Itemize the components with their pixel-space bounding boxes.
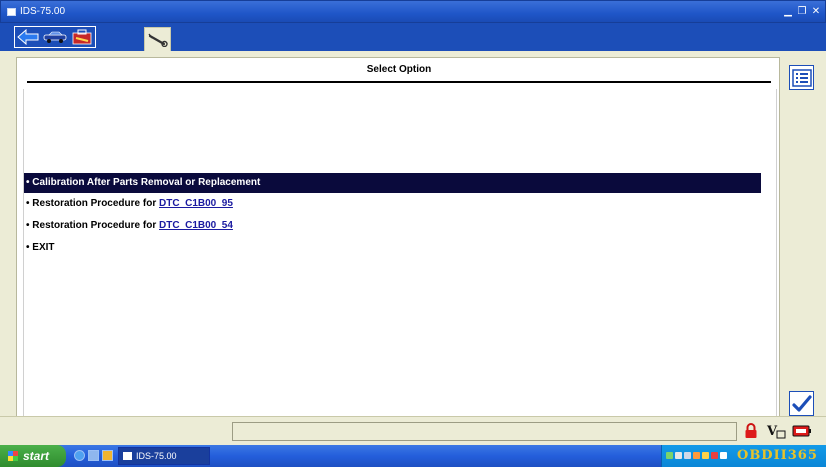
- watermark-logo: OBDII365: [737, 448, 818, 463]
- main-area: Select Option • Calibration After Parts …: [0, 51, 826, 445]
- tray-icon-3[interactable]: [684, 452, 691, 459]
- lock-icon[interactable]: [741, 422, 761, 440]
- vehicle-battery-voltage-icon[interactable]: V: [766, 422, 786, 440]
- vehicle-icon[interactable]: [43, 28, 67, 46]
- status-message-field: [232, 422, 737, 441]
- window-titlebar: IDS-75.00 ▁ ❐ ✕: [0, 0, 826, 23]
- tray-icon-2[interactable]: [675, 452, 682, 459]
- start-button[interactable]: start: [0, 445, 66, 467]
- option-exit[interactable]: • EXIT: [24, 238, 55, 258]
- list-button[interactable]: [789, 65, 814, 90]
- checkmark-icon: [791, 394, 812, 412]
- tray-icon-6[interactable]: [711, 452, 718, 459]
- option-restoration-54[interactable]: • Restoration Procedure for DTC_C1B00_54: [24, 216, 233, 236]
- window-icon: [123, 452, 132, 460]
- tab-toolbox[interactable]: [144, 27, 171, 51]
- network-icon[interactable]: [666, 452, 673, 459]
- toolbox-icon[interactable]: [70, 28, 94, 46]
- list-icon: [791, 68, 812, 87]
- windows-taskbar: start IDS-75.00 OBDII365: [0, 445, 826, 467]
- option-calibration[interactable]: • Calibration After Parts Removal or Rep…: [24, 173, 761, 193]
- tray-icon-7[interactable]: [720, 452, 727, 459]
- minimize-button[interactable]: ▁: [782, 5, 794, 18]
- restore-button[interactable]: ❐: [796, 5, 808, 18]
- wrench-icon: [147, 33, 168, 47]
- svg-text:V: V: [766, 424, 778, 439]
- browser-icon[interactable]: [74, 450, 85, 461]
- back-arrow-icon[interactable]: [16, 28, 40, 46]
- battery-icon[interactable]: [792, 422, 812, 440]
- tray-icon-5[interactable]: [702, 452, 709, 459]
- navigation-toolbar-group: [14, 26, 96, 48]
- dtc-link-95[interactable]: DTC_C1B00_95: [159, 198, 233, 209]
- title-divider: [27, 81, 771, 83]
- options-list: • Calibration After Parts Removal or Rep…: [23, 89, 777, 416]
- content-panel: Select Option • Calibration After Parts …: [16, 57, 780, 421]
- close-button[interactable]: ✕: [810, 5, 822, 18]
- windows-logo-icon: [8, 451, 18, 461]
- tray-icon-4[interactable]: [693, 452, 700, 459]
- show-desktop-icon[interactable]: [88, 450, 99, 461]
- status-bar: V: [0, 416, 826, 445]
- taskbar-window-button[interactable]: IDS-75.00: [118, 447, 210, 465]
- dtc-link-54[interactable]: DTC_C1B00_54: [159, 220, 233, 231]
- page-title: Select Option: [366, 64, 432, 75]
- confirm-button[interactable]: [789, 391, 814, 416]
- window-title: IDS-75.00: [20, 6, 66, 17]
- media-player-icon[interactable]: [102, 450, 113, 461]
- system-tray: OBDII365: [661, 445, 826, 467]
- app-window-icon: [7, 8, 16, 16]
- option-restoration-95[interactable]: • Restoration Procedure for DTC_C1B00_95: [24, 194, 233, 214]
- top-toolbar: [0, 23, 826, 51]
